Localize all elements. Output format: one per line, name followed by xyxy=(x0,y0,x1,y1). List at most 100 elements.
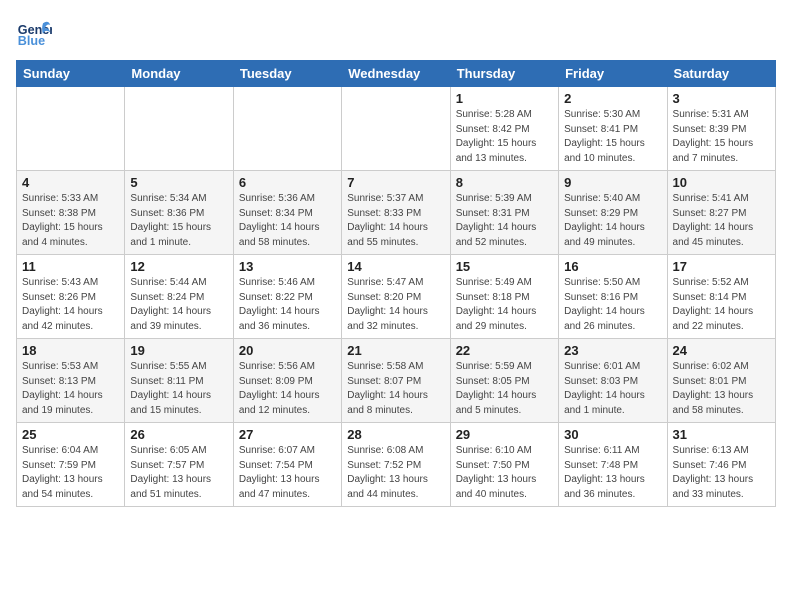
calendar-cell: 6 Sunrise: 5:36 AM Sunset: 8:34 PM Daylig… xyxy=(233,171,341,255)
day-info: Sunrise: 5:50 AM Sunset: 8:16 PM Dayligh… xyxy=(564,276,661,334)
calendar-cell: 28Sunrise: 6:08 AM Sunset: 7:52 PM Dayli… xyxy=(342,423,450,507)
day-number: 12 xyxy=(130,259,227,274)
day-number: 8 xyxy=(456,175,553,190)
day-number: 14 xyxy=(347,259,444,274)
calendar-week-3: 11 Sunrise: 5:43 AM Sunset: 8:26 PM Dayli… xyxy=(17,255,776,339)
day-info: Sunrise: 5:39 AM Sunset: 8:31 PM Dayligh… xyxy=(456,192,553,250)
calendar-cell: 27 Sunrise: 6:07 AM Sunset: 7:54 PM Dayli… xyxy=(233,423,341,507)
calendar-cell: 5 Sunrise: 5:34 AM Sunset: 8:36 PM Daylig… xyxy=(125,171,233,255)
day-number: 11 xyxy=(22,259,119,274)
calendar-cell: 26Sunrise: 6:05 AM Sunset: 7:57 PM Dayli… xyxy=(125,423,233,507)
calendar-cell: 7 Sunrise: 5:37 AM Sunset: 8:33 PM Daylig… xyxy=(342,171,450,255)
day-number: 27 xyxy=(239,427,336,442)
day-number: 1 xyxy=(456,91,553,106)
day-info: Sunrise: 5:49 AM Sunset: 8:18 PM Dayligh… xyxy=(456,276,553,334)
day-number: 29 xyxy=(456,427,553,442)
calendar-cell xyxy=(125,87,233,171)
calendar-cell: 8 Sunrise: 5:39 AM Sunset: 8:31 PM Daylig… xyxy=(450,171,558,255)
day-info: Sunrise: 5:46 AM Sunset: 8:22 PM Dayligh… xyxy=(239,276,336,334)
day-info: Sunrise: 5:55 AM Sunset: 8:11 PM Dayligh… xyxy=(130,360,227,418)
calendar-cell: 30Sunrise: 6:11 AM Sunset: 7:48 PM Dayli… xyxy=(559,423,667,507)
calendar-cell: 20 Sunrise: 5:56 AM Sunset: 8:09 PM Dayli… xyxy=(233,339,341,423)
day-number: 20 xyxy=(239,343,336,358)
calendar-cell xyxy=(233,87,341,171)
day-info: Sunrise: 5:56 AM Sunset: 8:09 PM Dayligh… xyxy=(239,360,336,418)
calendar-week-2: 4 Sunrise: 5:33 AM Sunset: 8:38 PM Daylig… xyxy=(17,171,776,255)
calendar-week-1: 1 Sunrise: 5:28 AM Sunset: 8:42 PM Daylig… xyxy=(17,87,776,171)
day-number: 26 xyxy=(130,427,227,442)
calendar-cell: 16 Sunrise: 5:50 AM Sunset: 8:16 PM Dayli… xyxy=(559,255,667,339)
day-info: Sunrise: 5:30 AM Sunset: 8:41 PM Dayligh… xyxy=(564,108,661,166)
day-number: 2 xyxy=(564,91,661,106)
day-number: 10 xyxy=(673,175,770,190)
calendar-cell: 9 Sunrise: 5:40 AM Sunset: 8:29 PM Daylig… xyxy=(559,171,667,255)
day-number: 6 xyxy=(239,175,336,190)
calendar-header-saturday: Saturday xyxy=(667,61,775,87)
logo-icon: General Blue xyxy=(16,16,52,52)
logo: General Blue xyxy=(16,16,52,52)
calendar-header-wednesday: Wednesday xyxy=(342,61,450,87)
day-number: 7 xyxy=(347,175,444,190)
calendar-week-5: 25Sunrise: 6:04 AM Sunset: 7:59 PM Dayli… xyxy=(17,423,776,507)
day-info: Sunrise: 5:47 AM Sunset: 8:20 PM Dayligh… xyxy=(347,276,444,334)
day-number: 19 xyxy=(130,343,227,358)
calendar-cell: 3Sunrise: 5:31 AM Sunset: 8:39 PM Daylig… xyxy=(667,87,775,171)
calendar-table: SundayMondayTuesdayWednesdayThursdayFrid… xyxy=(16,60,776,507)
day-number: 18 xyxy=(22,343,119,358)
day-info: Sunrise: 5:58 AM Sunset: 8:07 PM Dayligh… xyxy=(347,360,444,418)
calendar-header-row: SundayMondayTuesdayWednesdayThursdayFrid… xyxy=(17,61,776,87)
svg-text:Blue: Blue xyxy=(18,34,45,48)
day-info: Sunrise: 5:59 AM Sunset: 8:05 PM Dayligh… xyxy=(456,360,553,418)
day-number: 9 xyxy=(564,175,661,190)
calendar-cell xyxy=(342,87,450,171)
day-info: Sunrise: 5:34 AM Sunset: 8:36 PM Dayligh… xyxy=(130,192,227,250)
calendar-cell: 13Sunrise: 5:46 AM Sunset: 8:22 PM Dayli… xyxy=(233,255,341,339)
day-info: Sunrise: 5:33 AM Sunset: 8:38 PM Dayligh… xyxy=(22,192,119,250)
calendar-header-friday: Friday xyxy=(559,61,667,87)
day-number: 15 xyxy=(456,259,553,274)
day-info: Sunrise: 5:40 AM Sunset: 8:29 PM Dayligh… xyxy=(564,192,661,250)
page-header: General Blue xyxy=(16,16,776,52)
day-number: 4 xyxy=(22,175,119,190)
calendar-cell: 21 Sunrise: 5:58 AM Sunset: 8:07 PM Dayli… xyxy=(342,339,450,423)
day-info: Sunrise: 5:28 AM Sunset: 8:42 PM Dayligh… xyxy=(456,108,553,166)
day-number: 31 xyxy=(673,427,770,442)
calendar-cell: 10 Sunrise: 5:41 AM Sunset: 8:27 PM Dayli… xyxy=(667,171,775,255)
calendar-cell: 11 Sunrise: 5:43 AM Sunset: 8:26 PM Dayli… xyxy=(17,255,125,339)
calendar-cell: 17 Sunrise: 5:52 AM Sunset: 8:14 PM Dayli… xyxy=(667,255,775,339)
day-number: 23 xyxy=(564,343,661,358)
calendar-cell: 15 Sunrise: 5:49 AM Sunset: 8:18 PM Dayli… xyxy=(450,255,558,339)
calendar-cell xyxy=(17,87,125,171)
day-number: 5 xyxy=(130,175,227,190)
calendar-cell: 19 Sunrise: 5:55 AM Sunset: 8:11 PM Dayli… xyxy=(125,339,233,423)
calendar-cell: 23 Sunrise: 6:01 AM Sunset: 8:03 PM Dayli… xyxy=(559,339,667,423)
calendar-cell: 22Sunrise: 5:59 AM Sunset: 8:05 PM Dayli… xyxy=(450,339,558,423)
day-info: Sunrise: 6:07 AM Sunset: 7:54 PM Dayligh… xyxy=(239,444,336,502)
calendar-header-thursday: Thursday xyxy=(450,61,558,87)
calendar-cell: 1 Sunrise: 5:28 AM Sunset: 8:42 PM Daylig… xyxy=(450,87,558,171)
day-info: Sunrise: 5:37 AM Sunset: 8:33 PM Dayligh… xyxy=(347,192,444,250)
day-info: Sunrise: 6:01 AM Sunset: 8:03 PM Dayligh… xyxy=(564,360,661,418)
calendar-cell: 4 Sunrise: 5:33 AM Sunset: 8:38 PM Daylig… xyxy=(17,171,125,255)
day-info: Sunrise: 5:43 AM Sunset: 8:26 PM Dayligh… xyxy=(22,276,119,334)
calendar-cell: 24Sunrise: 6:02 AM Sunset: 8:01 PM Dayli… xyxy=(667,339,775,423)
day-info: Sunrise: 6:08 AM Sunset: 7:52 PM Dayligh… xyxy=(347,444,444,502)
day-info: Sunrise: 6:10 AM Sunset: 7:50 PM Dayligh… xyxy=(456,444,553,502)
day-info: Sunrise: 5:36 AM Sunset: 8:34 PM Dayligh… xyxy=(239,192,336,250)
day-number: 21 xyxy=(347,343,444,358)
calendar-cell: 12Sunrise: 5:44 AM Sunset: 8:24 PM Dayli… xyxy=(125,255,233,339)
day-info: Sunrise: 5:41 AM Sunset: 8:27 PM Dayligh… xyxy=(673,192,770,250)
calendar-cell: 14 Sunrise: 5:47 AM Sunset: 8:20 PM Dayli… xyxy=(342,255,450,339)
day-number: 30 xyxy=(564,427,661,442)
calendar-cell: 29 Sunrise: 6:10 AM Sunset: 7:50 PM Dayli… xyxy=(450,423,558,507)
day-number: 16 xyxy=(564,259,661,274)
day-number: 24 xyxy=(673,343,770,358)
day-number: 17 xyxy=(673,259,770,274)
day-info: Sunrise: 6:13 AM Sunset: 7:46 PM Dayligh… xyxy=(673,444,770,502)
calendar-cell: 25Sunrise: 6:04 AM Sunset: 7:59 PM Dayli… xyxy=(17,423,125,507)
calendar-header-tuesday: Tuesday xyxy=(233,61,341,87)
day-info: Sunrise: 6:04 AM Sunset: 7:59 PM Dayligh… xyxy=(22,444,119,502)
calendar-cell: 18Sunrise: 5:53 AM Sunset: 8:13 PM Dayli… xyxy=(17,339,125,423)
day-info: Sunrise: 5:52 AM Sunset: 8:14 PM Dayligh… xyxy=(673,276,770,334)
calendar-week-4: 18Sunrise: 5:53 AM Sunset: 8:13 PM Dayli… xyxy=(17,339,776,423)
